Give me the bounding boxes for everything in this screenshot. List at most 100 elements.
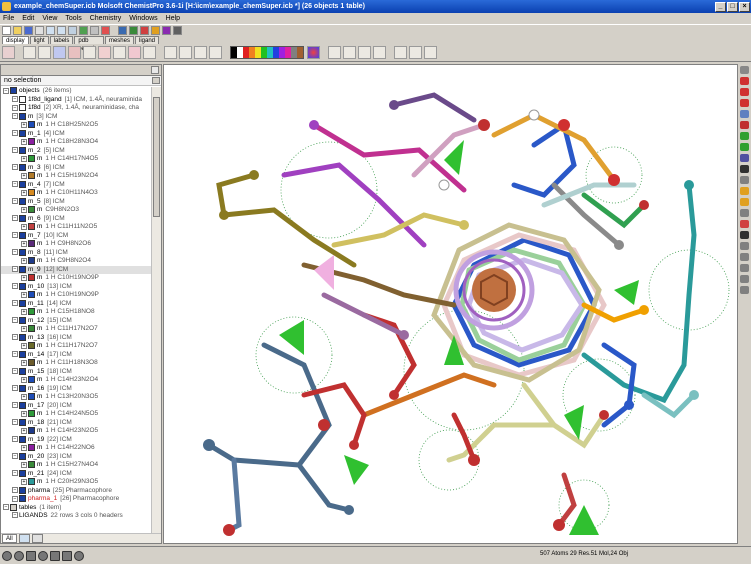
tree-row[interactable]: − m_6 [9] ICM <box>1 214 151 224</box>
color-icon[interactable] <box>209 46 222 59</box>
collapse-icon[interactable]: − <box>12 436 18 442</box>
color-by-icon[interactable] <box>740 220 749 228</box>
copy-icon[interactable] <box>79 25 88 35</box>
tree-row[interactable]: − m_17 [20] ICM <box>1 401 151 411</box>
tab-ligand[interactable]: ligand <box>134 36 159 44</box>
collapse-icon[interactable]: − <box>12 419 18 425</box>
tree-row[interactable]: − m_10 [13] ICM <box>1 282 151 292</box>
paste-icon[interactable] <box>90 25 99 35</box>
tab-meshes[interactable]: meshes <box>104 36 134 44</box>
stereo-icon[interactable] <box>740 275 749 283</box>
collapse-icon[interactable]: − <box>12 487 18 493</box>
expand-icon[interactable]: + <box>21 444 27 451</box>
collapse-icon[interactable]: − <box>12 198 18 204</box>
expand-icon[interactable]: + <box>21 461 27 468</box>
ball-icon[interactable] <box>38 46 51 59</box>
tree-row[interactable]: − m_19 [22] ICM <box>1 435 151 445</box>
collapse-icon[interactable]: − <box>12 402 18 408</box>
tree-row[interactable]: − objects (26 items) <box>1 87 151 96</box>
menu-view[interactable]: View <box>42 15 57 22</box>
collapse-icon[interactable]: − <box>3 504 9 510</box>
menu-file[interactable]: File <box>3 15 14 22</box>
tree-row[interactable]: + m 1 H C9H8N2O4 <box>1 257 151 266</box>
hbond-icon[interactable] <box>143 46 156 59</box>
tree-row[interactable]: − 1f8d_ligand [1] ICM, 1.4Å, neuraminida <box>1 95 151 105</box>
wire-icon[interactable] <box>2 46 15 59</box>
tree-row[interactable]: − m [3] ICM <box>1 112 151 122</box>
play-icon[interactable] <box>2 550 12 561</box>
search-icon[interactable] <box>68 25 77 35</box>
tree-row[interactable]: + m 1 H C18H28N3O4 <box>1 138 151 147</box>
measure-icon[interactable] <box>328 46 341 59</box>
expand-icon[interactable]: + <box>21 240 27 247</box>
record-icon[interactable] <box>38 550 48 561</box>
collapse-icon[interactable]: − <box>12 113 18 119</box>
expand-icon[interactable]: + <box>21 274 27 281</box>
save-icon[interactable] <box>24 25 33 35</box>
tree-row[interactable]: − m_4 [7] ICM <box>1 180 151 190</box>
molecule-viewport[interactable] <box>163 64 738 544</box>
tree-row[interactable]: − m_18 [21] ICM <box>1 418 151 428</box>
expand-icon[interactable]: + <box>21 342 27 349</box>
menu-windows[interactable]: Windows <box>129 15 157 22</box>
tree-row[interactable]: − m_14 [17] ICM <box>1 350 151 360</box>
open-folder-icon[interactable] <box>13 25 22 35</box>
tree-row[interactable]: − m_8 [11] ICM <box>1 248 151 258</box>
collapse-icon[interactable]: − <box>12 104 18 111</box>
expand-icon[interactable]: + <box>21 478 27 485</box>
expand-icon[interactable]: + <box>21 308 27 315</box>
angle-icon[interactable] <box>343 46 356 59</box>
color-wheel-icon[interactable] <box>307 46 320 59</box>
atom-icon[interactable] <box>740 264 749 272</box>
expand-icon[interactable]: + <box>21 121 27 128</box>
pan-icon[interactable] <box>740 198 749 206</box>
tree-row[interactable]: − m_21 [24] ICM <box>1 469 151 479</box>
cpk-icon[interactable] <box>53 46 66 59</box>
scrollbar-thumb[interactable] <box>153 97 160 217</box>
tree-row[interactable]: − m_15 [18] ICM <box>1 367 151 377</box>
molecule-icon[interactable] <box>151 25 160 35</box>
print-icon[interactable] <box>35 25 44 35</box>
center-view-icon[interactable] <box>740 209 749 217</box>
collapse-icon[interactable]: − <box>12 351 18 357</box>
collapse-icon[interactable]: − <box>12 215 18 221</box>
collapse-icon[interactable]: − <box>12 283 18 289</box>
as-icon[interactable] <box>740 165 749 173</box>
tree-row[interactable]: + m 1 H C14H22NO6 <box>1 444 151 453</box>
expand-icon[interactable]: + <box>21 223 27 230</box>
rotate-icon[interactable] <box>740 77 749 85</box>
tab-light[interactable]: light <box>29 36 49 44</box>
tab-all[interactable]: All <box>2 533 17 543</box>
minimize-button[interactable]: _ <box>715 1 726 12</box>
grob-icon[interactable] <box>164 46 177 59</box>
tree-row[interactable]: + m 1 H C10H11N4O3 <box>1 189 151 198</box>
torsion-icon[interactable] <box>358 46 371 59</box>
select-icon[interactable] <box>740 132 749 140</box>
movie-icon[interactable] <box>74 550 84 561</box>
expand-icon[interactable]: + <box>21 359 27 366</box>
expand-icon[interactable]: + <box>21 172 27 179</box>
menu-help[interactable]: Help <box>166 15 180 22</box>
tree-row[interactable]: − m_7 [10] ICM <box>1 231 151 241</box>
tree-row[interactable]: + m 1 H C14H23N2O4 <box>1 376 151 385</box>
tree-row[interactable]: − pharma_1 [26] Pharmacophore <box>1 495 151 504</box>
dot-icon[interactable] <box>194 46 207 59</box>
expand-icon[interactable]: + <box>21 206 27 213</box>
collapse-icon[interactable]: − <box>12 300 18 306</box>
tree-row[interactable]: − m_1 [4] ICM <box>1 129 151 139</box>
expand-icon[interactable]: + <box>21 189 27 196</box>
grid-icon[interactable] <box>740 242 749 250</box>
tree-row[interactable]: − m_13 [16] ICM <box>1 333 151 343</box>
tree-row[interactable]: + m 1 H C15H18NO8 <box>1 308 151 317</box>
tree-row[interactable]: − m_5 [8] ICM <box>1 197 151 207</box>
molecule-render[interactable] <box>164 65 738 544</box>
menu-tools[interactable]: Tools <box>65 15 81 22</box>
collapse-icon[interactable]: − <box>12 130 18 136</box>
expand-icon[interactable]: + <box>21 257 27 264</box>
collapse-icon[interactable]: − <box>12 266 18 272</box>
clip-icon[interactable] <box>740 110 749 118</box>
link-icon[interactable] <box>740 253 749 261</box>
pdb-icon[interactable] <box>118 25 127 35</box>
tree-row[interactable]: + m 1 H C9H8N2O6 <box>1 240 151 249</box>
redo-icon[interactable] <box>57 25 66 35</box>
